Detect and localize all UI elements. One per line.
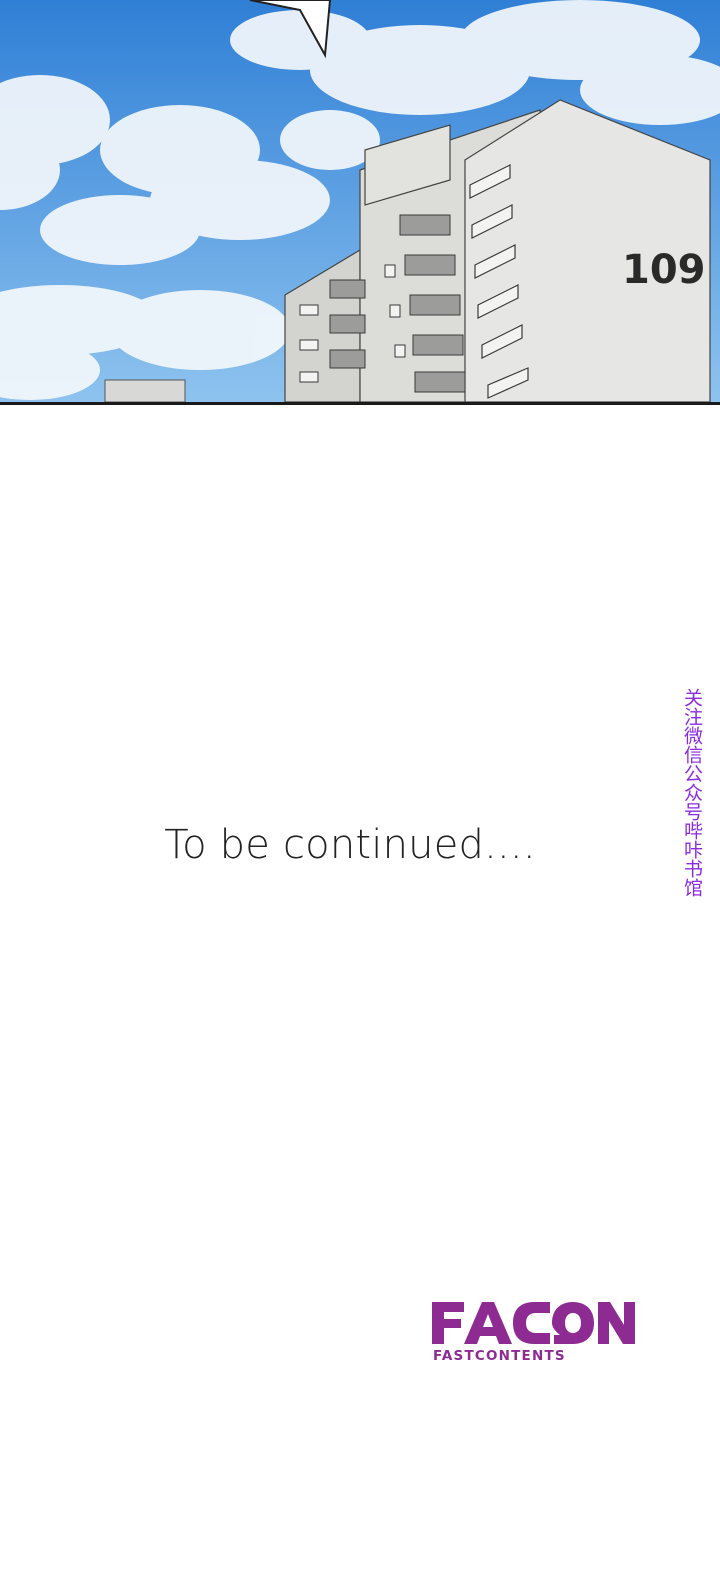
facon-wordmark (432, 1302, 635, 1344)
sky-buildings-illustration: 109 (0, 0, 720, 402)
comic-panel: 109 (0, 0, 720, 405)
facon-logo: FASTCONTENTS (430, 1300, 636, 1372)
facon-tagline: FASTCONTENTS (433, 1348, 566, 1364)
building-number: 109 (622, 247, 706, 293)
watermark-text: 关注微信公众号哔咔书馆 (681, 687, 703, 897)
to-be-continued-text: To be continued.... (164, 822, 536, 868)
